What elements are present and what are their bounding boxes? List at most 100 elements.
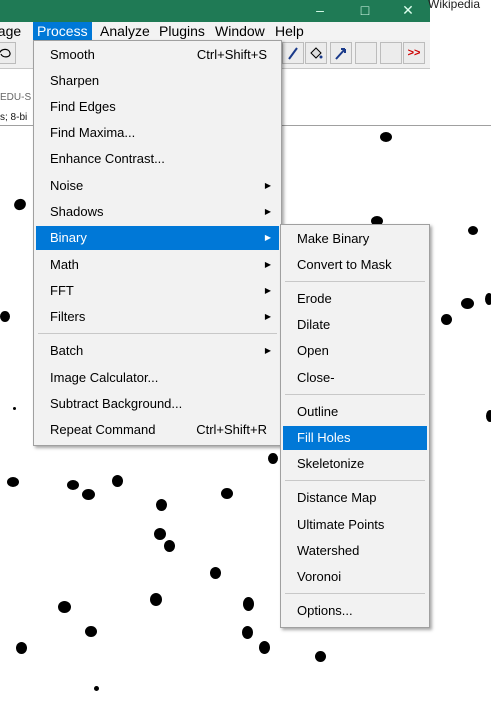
particle xyxy=(221,488,233,499)
menu-item-label: Ultimate Points xyxy=(297,517,385,532)
brush-tool[interactable] xyxy=(282,42,304,64)
menu-item-label: Options... xyxy=(297,603,353,618)
menu-item-label: Smooth xyxy=(50,47,95,62)
menu-separator xyxy=(285,394,425,395)
process-menu: Smooth Ctrl+Shift+S Sharpen Find Edges Fi… xyxy=(33,40,282,446)
particle xyxy=(82,489,95,500)
menu-item-enhance-contrast[interactable]: Enhance Contrast... xyxy=(36,147,279,171)
menu-item-shadows[interactable]: Shadows ▶ xyxy=(36,200,279,224)
menu-item-close[interactable]: Close- xyxy=(283,366,427,390)
particle xyxy=(380,132,392,142)
particle xyxy=(485,293,491,305)
menu-item-make-binary[interactable]: Make Binary xyxy=(283,227,427,251)
menu-item-dilate[interactable]: Dilate xyxy=(283,313,427,337)
menu-item-find-edges[interactable]: Find Edges xyxy=(36,95,279,119)
menu-item-label: Binary xyxy=(50,230,87,245)
menu-bar: nage Process Analyze Plugins Window Help xyxy=(0,22,430,40)
menu-item-label: Repeat Command xyxy=(50,422,156,437)
menu-item-label: Shadows xyxy=(50,204,104,219)
menu-item-math[interactable]: Math ▶ xyxy=(36,253,279,277)
close-icon[interactable]: ✕ xyxy=(388,0,428,22)
menu-item-fill-holes[interactable]: Fill Holes xyxy=(283,426,427,450)
menu-item-open[interactable]: Open xyxy=(283,339,427,363)
particle xyxy=(7,477,19,487)
menu-image[interactable]: nage xyxy=(0,22,25,40)
submenu-arrow-icon: ▶ xyxy=(264,312,271,321)
menu-item-label: Filters xyxy=(50,309,86,324)
particle xyxy=(315,651,326,662)
more-tools-label: >> xyxy=(407,47,421,59)
menu-item-voronoi[interactable]: Voronoi xyxy=(283,565,427,589)
particle xyxy=(85,626,97,637)
shortcut-label: Ctrl+Shift+S xyxy=(196,47,267,62)
window-title-bar[interactable]: – □ ✕ xyxy=(0,0,430,22)
tool-slot-empty[interactable] xyxy=(355,42,377,64)
particle xyxy=(67,480,79,490)
submenu-arrow-icon: ▶ xyxy=(264,207,271,216)
menu-item-label: FFT xyxy=(50,283,74,298)
arrow-tool[interactable] xyxy=(330,42,352,64)
brush-icon xyxy=(288,47,298,60)
particle xyxy=(13,407,16,410)
menu-item-filters[interactable]: Filters ▶ xyxy=(36,305,279,329)
menu-item-sharpen[interactable]: Sharpen xyxy=(36,69,279,93)
binary-submenu: Make Binary Convert to Mask Erode Dilate… xyxy=(280,224,430,628)
menu-plugins[interactable]: Plugins xyxy=(155,22,209,40)
menu-item-label: Outline xyxy=(297,404,339,419)
tool-slot-empty[interactable] xyxy=(380,42,402,64)
arrow-icon xyxy=(335,48,346,60)
particle xyxy=(150,593,162,606)
particle xyxy=(461,298,474,309)
particle xyxy=(58,601,71,613)
menu-item-label: Close- xyxy=(297,370,335,385)
particle xyxy=(112,475,123,487)
menu-help[interactable]: Help xyxy=(271,22,308,40)
menu-item-find-maxima[interactable]: Find Maxima... xyxy=(36,121,279,145)
menu-item-label: Voronoi xyxy=(297,569,342,584)
menu-item-label: Image Calculator... xyxy=(50,370,159,385)
menu-separator xyxy=(38,333,277,334)
particle xyxy=(441,314,452,325)
particle xyxy=(486,410,491,422)
menu-item-subtract-background[interactable]: Subtract Background... xyxy=(36,392,279,416)
menu-item-erode[interactable]: Erode xyxy=(283,287,427,311)
menu-item-skeletonize[interactable]: Skeletonize xyxy=(283,452,427,476)
menu-item-label: Find Maxima... xyxy=(50,125,136,140)
particle xyxy=(154,528,166,540)
menu-separator xyxy=(285,281,425,282)
menu-item-label: Sharpen xyxy=(50,73,100,88)
particle xyxy=(243,597,254,611)
submenu-arrow-icon: ▶ xyxy=(264,260,271,269)
menu-item-fft[interactable]: FFT ▶ xyxy=(36,279,279,303)
menu-item-smooth[interactable]: Smooth Ctrl+Shift+S xyxy=(36,43,279,67)
flood-fill-tool[interactable] xyxy=(305,42,327,64)
menu-item-label: Dilate xyxy=(297,317,331,332)
menu-item-options[interactable]: Options... xyxy=(283,599,427,623)
submenu-arrow-icon: ▶ xyxy=(264,346,271,355)
menu-process[interactable]: Process xyxy=(33,22,92,40)
menu-item-label: Make Binary xyxy=(297,231,370,246)
menu-item-convert-to-mask[interactable]: Convert to Mask xyxy=(283,253,427,277)
menu-analyze[interactable]: Analyze xyxy=(96,22,154,40)
menu-item-image-calculator[interactable]: Image Calculator... xyxy=(36,366,279,390)
particle xyxy=(16,642,27,654)
menu-item-ultimate-points[interactable]: Ultimate Points xyxy=(283,513,427,537)
freehand-icon xyxy=(0,48,11,58)
maximize-icon[interactable]: □ xyxy=(345,0,385,22)
menu-item-label: Find Edges xyxy=(50,99,116,114)
menu-item-watershed[interactable]: Watershed xyxy=(283,539,427,563)
menu-item-outline[interactable]: Outline xyxy=(283,400,427,424)
menu-item-binary[interactable]: Binary ▶ xyxy=(36,226,279,250)
menu-item-noise[interactable]: Noise ▶ xyxy=(36,174,279,198)
menu-item-batch[interactable]: Batch ▶ xyxy=(36,339,279,363)
background-window-title: Wikipedia xyxy=(428,0,481,11)
minimize-icon[interactable]: – xyxy=(300,0,340,22)
image-window-title: EDU-S xyxy=(0,92,32,103)
freehand-tool[interactable] xyxy=(0,42,16,64)
more-tools-button[interactable]: >> xyxy=(403,42,425,64)
menu-item-label: Math xyxy=(50,257,79,272)
menu-item-distance-map[interactable]: Distance Map xyxy=(283,486,427,510)
menu-item-repeat-command[interactable]: Repeat Command Ctrl+Shift+R xyxy=(36,418,279,442)
particle xyxy=(12,196,28,213)
menu-window[interactable]: Window xyxy=(211,22,269,40)
